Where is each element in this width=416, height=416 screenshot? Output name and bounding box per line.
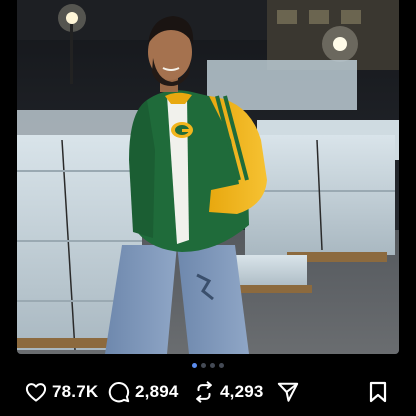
carousel-dot[interactable] xyxy=(210,363,215,368)
share-button[interactable] xyxy=(277,378,299,406)
carousel-dot[interactable] xyxy=(201,363,206,368)
share-send-icon xyxy=(277,382,299,402)
heart-icon xyxy=(25,383,47,402)
post-actions-bar: 78.7K 2,894 4,293 xyxy=(0,378,416,406)
save-button[interactable] xyxy=(369,378,387,406)
comment-button[interactable]: 2,894 xyxy=(108,378,179,406)
comment-bubble-icon xyxy=(108,382,130,403)
like-button[interactable]: 78.7K xyxy=(25,378,98,406)
carousel-indicator xyxy=(0,363,416,368)
post-photo[interactable] xyxy=(17,0,399,354)
carousel-dot[interactable] xyxy=(192,363,197,368)
repost-button[interactable]: 4,293 xyxy=(193,378,264,406)
repost-count: 4,293 xyxy=(220,382,264,401)
repost-arrows-icon xyxy=(196,381,212,403)
like-count: 78.7K xyxy=(52,382,99,401)
photo-scene xyxy=(17,0,399,354)
carousel-dot[interactable] xyxy=(219,363,224,368)
bookmark-icon xyxy=(369,381,387,403)
comment-count: 2,894 xyxy=(135,382,179,401)
